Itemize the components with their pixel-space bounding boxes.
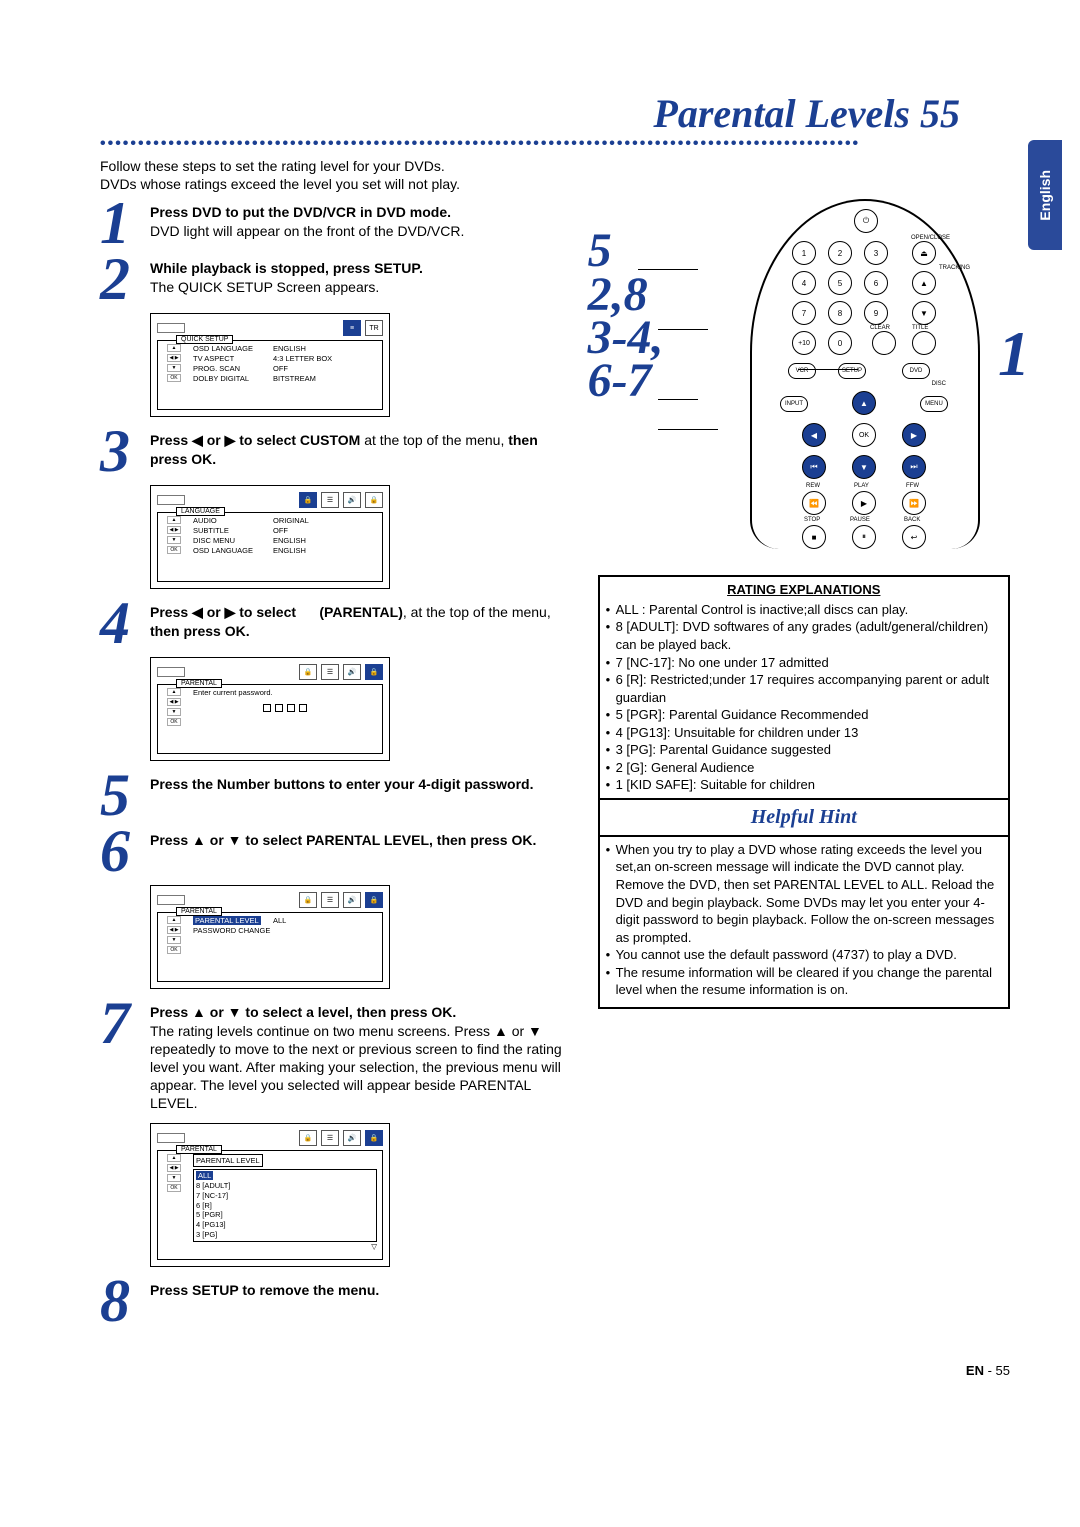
password-boxes <box>193 702 377 717</box>
step-1: 1 Press DVD to put the DVD/VCR in DVD mo… <box>100 199 578 247</box>
list-item: ALL : Parental Control is inactive;all d… <box>606 601 1002 619</box>
list-item: You cannot use the default password (473… <box>606 946 1002 964</box>
stop-icon: ■ <box>802 525 826 549</box>
remote-callouts-left: 5 2,8 3-4, 6-7 <box>588 229 664 402</box>
step-number: 1 <box>100 199 136 247</box>
page-title: Parental Levels 55 <box>100 90 960 137</box>
num-6: 6 <box>864 271 888 295</box>
list-item: 2 [G]: General Audience <box>606 759 1002 777</box>
list-item: When you try to play a DVD whose rating … <box>606 841 1002 946</box>
ffw-icon: ⏩ <box>902 491 926 515</box>
step-number: 2 <box>100 255 136 303</box>
step-number: 5 <box>100 771 136 819</box>
plus10-button: +10 <box>792 331 816 355</box>
box-title: RATING EXPLANATIONS <box>606 581 1002 599</box>
lock-icon: 🔒 <box>299 492 317 508</box>
num-2: 2 <box>828 241 852 265</box>
nav-left-icon: ◀ <box>802 423 826 447</box>
step-number: 8 <box>100 1277 136 1325</box>
play-icon: ▶ <box>852 491 876 515</box>
num-4: 4 <box>792 271 816 295</box>
step-8: 8 Press SETUP to remove the menu. <box>100 1277 578 1325</box>
num-3: 3 <box>864 241 888 265</box>
back-icon: ↩ <box>902 525 926 549</box>
step-number: 4 <box>100 599 136 647</box>
step-4: 4 Press ◀ or ▶ to select (PARENTAL), at … <box>100 599 578 647</box>
num-8: 8 <box>828 301 852 325</box>
list-item: 5 [PGR]: Parental Guidance Recommended <box>606 706 1002 724</box>
osd-language: 🔒 ☰ 🔊 🔒 LANGUAGE ▲◀ ▶▼OK AUDIOORIGINALSU… <box>150 485 390 589</box>
brand-logo <box>157 323 185 333</box>
osd-parental-list: 🔒☰🔊🔒 PARENTAL ▲◀ ▶▼OK PARENTAL LEVEL ALL… <box>150 1123 390 1268</box>
skip-next-icon: ⏭ <box>902 455 926 479</box>
osd-rows: OSD LANGUAGEENGLISHTV ASPECT4:3 LETTER B… <box>193 344 377 401</box>
step-5: 5 Press the Number buttons to enter your… <box>100 771 578 819</box>
list-item: 7 [NC-17]: No one under 17 admitted <box>606 654 1002 672</box>
page-footer: EN - 55 <box>100 1363 1010 1378</box>
rewind-icon: ⏪ <box>802 491 826 515</box>
brand-logo <box>157 495 185 505</box>
list-item: 4 [PG13]: Unsuitable for children under … <box>606 724 1002 742</box>
osd-parental-level: 🔒☰🔊🔒 PARENTAL ▲◀ ▶▼OK PARENTAL LEVELALL … <box>150 885 390 989</box>
list-item: 1 [KID SAFE]: Suitable for children <box>606 776 1002 794</box>
down-icon: ▼ <box>912 301 936 325</box>
tab-icon: 🔊 <box>343 492 361 508</box>
divider: ••••••••••••••••••••••••••••••••••••••••… <box>100 135 1010 153</box>
list-item: 8 [ADULT]: DVD softwares of any grades (… <box>606 618 1002 653</box>
step-number: 3 <box>100 427 136 475</box>
remote-illustration: ⏻ OPEN/CLOSE 1 2 3 ⏏ 4 5 6 ▲ TRACKING 7 … <box>598 199 1010 569</box>
list-item: 6 [R]: Restricted;under 17 requires acco… <box>606 671 1002 706</box>
step-number: 7 <box>100 999 136 1112</box>
nav-right-icon: ▶ <box>902 423 926 447</box>
up-icon: ▲ <box>912 271 936 295</box>
tab-icon: 🔒 <box>365 492 383 508</box>
language-tab: English <box>1028 140 1062 250</box>
vcr-button: VCR <box>788 363 816 379</box>
rating-explanations-box: RATING EXPLANATIONS ALL : Parental Contr… <box>598 575 1010 1008</box>
title-button <box>912 331 936 355</box>
ok-button: OK <box>852 423 876 447</box>
skip-prev-icon: ⏮ <box>802 455 826 479</box>
remote-callout-right: 1 <box>998 317 1030 391</box>
tab-icon: ☰ <box>321 492 339 508</box>
nav-up-icon: ▲ <box>852 391 876 415</box>
intro-text: Follow these steps to set the rating lev… <box>100 157 1010 193</box>
pause-icon: ⏸ <box>852 525 876 549</box>
setup-button: SETUP <box>838 363 866 379</box>
osd-quick-setup: ≡ TR QUICK SETUP ▲◀ ▶▼OK OSD LANGUAGEENG… <box>150 313 390 417</box>
input-button: INPUT <box>780 396 808 412</box>
steps-column: 1 Press DVD to put the DVD/VCR in DVD mo… <box>100 199 578 1333</box>
step-number: 6 <box>100 827 136 875</box>
num-1: 1 <box>792 241 816 265</box>
eject-icon: ⏏ <box>912 241 936 265</box>
clear-button <box>872 331 896 355</box>
menu-button: MENU <box>920 396 948 412</box>
dvd-button: DVD <box>902 363 930 379</box>
tab-icon: TR <box>365 320 383 336</box>
step-7: 7 Press ▲ or ▼ to select a level, then p… <box>100 999 578 1112</box>
num-0: 0 <box>828 331 852 355</box>
num-7: 7 <box>792 301 816 325</box>
nav-down-icon: ▼ <box>852 455 876 479</box>
num-5: 5 <box>828 271 852 295</box>
list-item: The resume information will be cleared i… <box>606 964 1002 999</box>
step-3: 3 Press ◀ or ▶ to select CUSTOM at the t… <box>100 427 578 475</box>
power-icon: ⏻ <box>854 209 878 233</box>
helpful-hint-title: Helpful Hint <box>606 804 1002 831</box>
tab-icon: ≡ <box>343 320 361 336</box>
step-6: 6 Press ▲ or ▼ to select PARENTAL LEVEL,… <box>100 827 578 875</box>
step-2: 2 While playback is stopped, press SETUP… <box>100 255 578 303</box>
list-item: 3 [PG]: Parental Guidance suggested <box>606 741 1002 759</box>
osd-parental-password: 🔒☰🔊🔒 PARENTAL ▲◀ ▶▼OK Enter current pass… <box>150 657 390 761</box>
num-9: 9 <box>864 301 888 325</box>
